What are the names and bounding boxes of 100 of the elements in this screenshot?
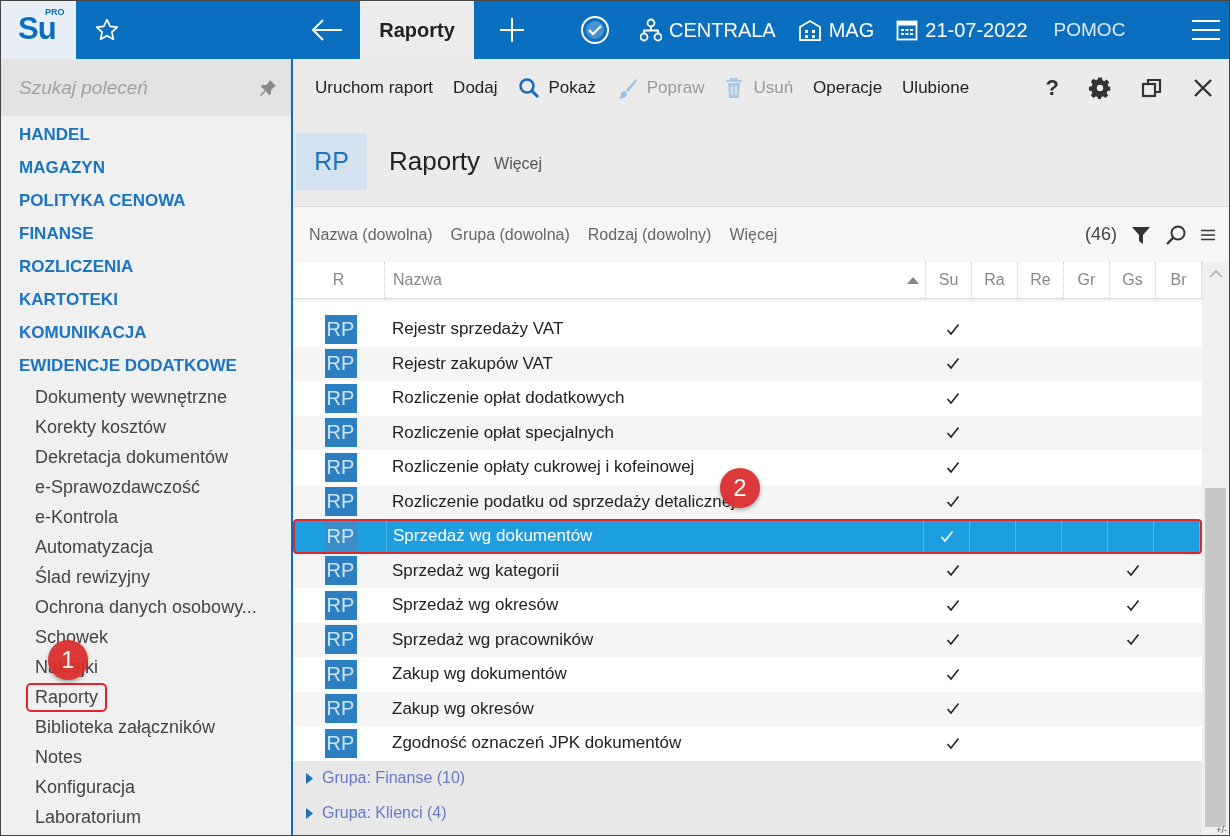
menu-item[interactable]: e-Kontrola: [26, 502, 128, 532]
menu-item[interactable]: Ochrona danych osobowy...: [26, 592, 266, 622]
check-mark-icon: [945, 460, 960, 474]
report-badge: RP: [324, 659, 357, 689]
menu-item[interactable]: Biblioteka załączników: [26, 712, 225, 742]
check-mark-icon: [945, 322, 960, 336]
star-icon[interactable]: [94, 17, 120, 43]
report-badge: RP: [324, 383, 357, 413]
report-badge: RP: [324, 314, 357, 344]
table-row[interactable]: RP Sprzedaż wg kategorii: [293, 553, 1202, 588]
menu-section[interactable]: KOMUNIKACJA: [1, 316, 291, 349]
menu-section[interactable]: POLITYKA CENOWA: [1, 184, 291, 217]
filter-link[interactable]: Rodzaj (dowolny): [587, 225, 712, 244]
column-header[interactable]: R: [293, 262, 385, 298]
help-link[interactable]: POMOC: [1053, 19, 1126, 41]
group-label: Grupa: Klienci (4): [322, 804, 447, 822]
report-name: Zakup wg okresów: [392, 698, 534, 719]
menu-item[interactable]: Notes: [26, 742, 92, 772]
check-mark-icon: [939, 529, 954, 543]
filter-link[interactable]: Więcej: [729, 225, 778, 244]
column-header[interactable]: Gs: [1110, 262, 1156, 298]
report-badge: RP: [296, 132, 367, 190]
more-link[interactable]: Więcej: [494, 155, 543, 173]
check-mark-icon: [945, 564, 960, 578]
check-mark-icon: [945, 702, 960, 716]
report-name: Sprzedaż wg kategorii: [392, 560, 560, 581]
report-badge: RP: [324, 349, 357, 379]
check-mark-icon: [945, 426, 960, 440]
report-badge: RP: [324, 556, 357, 586]
menu-section[interactable]: MAGAZYN: [1, 151, 291, 184]
scrollbar[interactable]: +/-: [1202, 262, 1229, 835]
calendar-icon: [896, 19, 919, 41]
report-name: Sprzedaż wg dokumentów: [393, 526, 593, 547]
report-name: Zgodność oznaczeń JPK dokumentów: [392, 733, 682, 754]
menu-section[interactable]: ROZLICZENIA: [1, 250, 291, 283]
report-name: Rozliczenie opłat specjalnych: [392, 422, 615, 443]
building-icon: [797, 19, 822, 41]
filter-link[interactable]: Grupa (dowolna): [450, 225, 570, 244]
sort-ascending-icon: [907, 276, 919, 284]
column-header[interactable]: Nazwa: [385, 262, 926, 298]
report-badge: RP: [324, 487, 357, 517]
menu-icon[interactable]: [1201, 228, 1215, 241]
toolbar-button[interactable]: Pokaż: [507, 72, 606, 103]
search-bar[interactable]: Szukaj poleceń: [1, 59, 291, 116]
close-icon[interactable]: [1193, 77, 1213, 98]
back-arrow-icon[interactable]: [310, 18, 344, 42]
menu-item[interactable]: Korekty kosztów: [26, 412, 176, 442]
toolbar-button[interactable]: Uruchom raport: [305, 73, 444, 102]
tab[interactable]: Raporty: [360, 1, 474, 59]
record-count: (46): [1085, 224, 1117, 245]
menu-section[interactable]: HANDEL: [1, 118, 291, 151]
report-name: Rejestr sprzedaży VAT: [392, 319, 564, 340]
table-row[interactable]: RP Zakup wg okresów: [293, 691, 1202, 726]
network-icon: [640, 18, 662, 42]
column-header[interactable]: Re: [1018, 262, 1064, 298]
toolbar-button[interactable]: Dodaj: [443, 73, 508, 102]
menu-item[interactable]: Raporty: [26, 682, 108, 712]
report-badge: RP: [324, 521, 357, 551]
pin-icon[interactable]: [259, 78, 277, 97]
table-row[interactable]: RP Rozliczenie opłat specjalnych: [293, 415, 1202, 450]
menu-item[interactable]: Dekretacja dokumentów: [26, 442, 238, 472]
menu-item[interactable]: Schowek: [26, 622, 118, 652]
menu-item[interactable]: Automatyzacja: [26, 532, 163, 562]
report-badge: RP: [324, 625, 357, 655]
toolbar-button[interactable]: Operacje: [803, 73, 893, 102]
search-field[interactable]: Szukaj poleceń: [19, 76, 253, 99]
toolbar-button[interactable]: Ulubione: [892, 73, 980, 102]
menu-item[interactable]: Laboratorium: [26, 802, 151, 832]
column-header[interactable]: Gr: [1064, 262, 1110, 298]
restore-window-icon[interactable]: [1141, 76, 1163, 99]
report-name: Zakup wg dokumentów: [392, 664, 567, 685]
column-header[interactable]: Su: [926, 262, 972, 298]
table-row[interactable]: RP Sprzedaż wg pracowników: [293, 622, 1202, 657]
plus-icon[interactable]: [499, 17, 525, 43]
topbar-item[interactable]: CENTRALA: [640, 18, 776, 42]
check-circle-icon[interactable]: [580, 15, 610, 45]
report-name: Sprzedaż wg okresów: [392, 595, 559, 616]
check-mark-icon: [945, 667, 960, 681]
filter-link[interactable]: Nazwa (dowolna): [309, 225, 433, 244]
column-header[interactable]: Ra: [972, 262, 1018, 298]
menu-item[interactable]: Ślad rewizyjny: [26, 562, 160, 592]
menu-section[interactable]: EWIDENCJE DODATKOWE: [1, 349, 291, 382]
check-mark-icon: [1125, 598, 1140, 612]
search-icon[interactable]: [1165, 223, 1187, 246]
help-button[interactable]: ?: [1045, 74, 1059, 101]
settings-icon[interactable]: [1089, 76, 1111, 99]
menu-section[interactable]: FINANSE: [1, 217, 291, 250]
menu-item[interactable]: Konfiguracja: [26, 772, 145, 802]
check-mark-icon: [945, 495, 960, 509]
menu-item[interactable]: e-Sprawozdawczość: [26, 472, 210, 502]
check-mark-icon: [1125, 633, 1140, 647]
filter-icon[interactable]: [1131, 224, 1151, 245]
menu-section[interactable]: KARTOTEKI: [1, 283, 291, 316]
search-icon: [517, 76, 540, 99]
menu-item[interactable]: Dokumenty wewnętrzne: [26, 382, 237, 412]
topbar-item[interactable]: 21-07-2022: [896, 18, 1028, 42]
check-mark-icon: [945, 357, 960, 371]
resize-hint[interactable]: +/-: [1216, 825, 1227, 835]
table-row[interactable]: RP Rejestr zakupów VAT: [293, 346, 1202, 381]
topbar-item[interactable]: MAG: [797, 18, 875, 42]
